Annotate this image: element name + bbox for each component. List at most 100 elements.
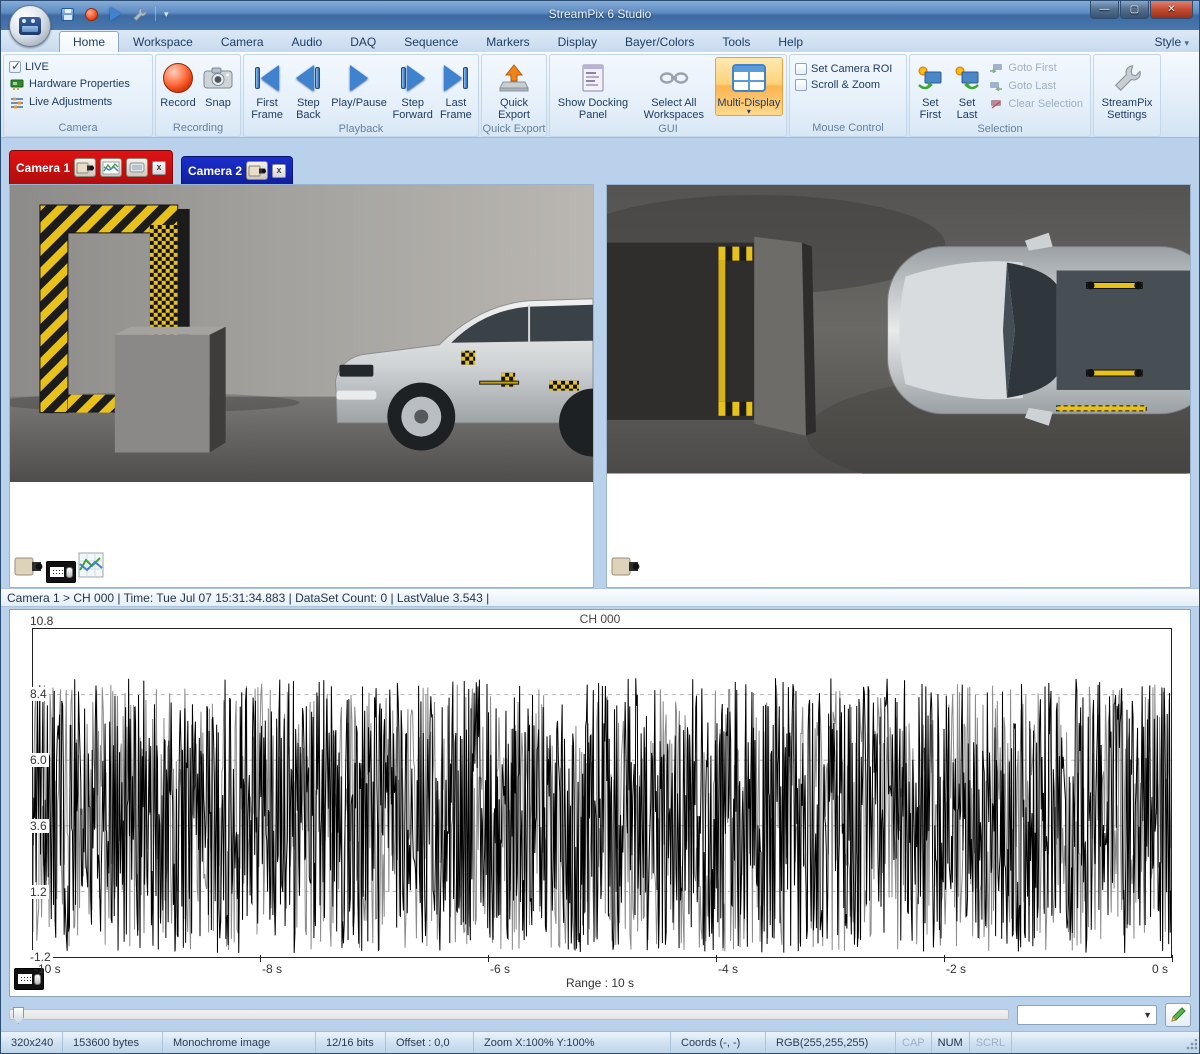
camera-1-image	[10, 185, 593, 482]
statusbar-cell: Coords (-, -)	[671, 1032, 766, 1053]
close-tab-icon[interactable]: x	[272, 164, 286, 178]
group-label-playback: Playback	[244, 122, 478, 136]
timeline-slider[interactable]	[9, 1007, 1009, 1023]
ribbon-tab-markers[interactable]: Markers	[472, 31, 543, 52]
camera-2-panel-toolbar	[611, 554, 641, 583]
minimize-button[interactable]: —	[1090, 1, 1119, 19]
quick-export-button[interactable]: Quick Export	[486, 57, 542, 122]
edit-marker-button[interactable]	[1165, 1003, 1191, 1027]
close-tab-icon[interactable]: x	[152, 161, 166, 175]
style-menu[interactable]: Style ▾	[1154, 35, 1189, 49]
set-last-icon	[952, 60, 982, 96]
combo-dropdown-icon[interactable]: ▼	[1143, 1010, 1152, 1020]
camera-2-view-panel[interactable]	[606, 184, 1191, 588]
app-window: ▾ StreamPix 6 Studio — ▢ ✕ HomeWorkspace…	[0, 0, 1200, 1054]
camera-2-image	[607, 185, 1190, 474]
lock-indicator-cap: CAP	[896, 1032, 932, 1053]
multi-display-dropdown-icon[interactable]: ▾	[747, 109, 751, 115]
close-button[interactable]: ✕	[1150, 1, 1193, 19]
app-menu-button[interactable]	[9, 5, 51, 47]
set-camera-roi-toggle[interactable]: Set Camera ROI	[795, 63, 892, 75]
streampix-settings-button[interactable]: StreamPix Settings	[1097, 57, 1157, 122]
camera-icon[interactable]	[246, 161, 268, 180]
hardware-properties-button[interactable]: Hardware Properties	[9, 77, 130, 91]
x-axis-tick-label: -6 s	[490, 962, 510, 976]
live-checkbox[interactable]	[9, 61, 21, 73]
last-frame-button[interactable]: Last Frame	[437, 57, 475, 122]
ribbon-tab-home[interactable]: Home	[59, 31, 119, 52]
select-all-workspaces-button[interactable]: Select All Workspaces	[635, 57, 713, 122]
x-axis-tick-mark	[488, 955, 489, 962]
set-first-icon	[915, 60, 945, 96]
scroll-zoom-checkbox[interactable]	[795, 79, 807, 91]
pencil-icon	[1170, 1007, 1186, 1023]
maximize-button[interactable]: ▢	[1120, 1, 1149, 19]
step-back-button[interactable]: Step Back	[289, 57, 327, 122]
goto-first-button[interactable]: Goto First	[988, 61, 1083, 75]
snap-button[interactable]: Snap	[199, 57, 237, 110]
status-bar: 320x240153600 bytesMonochrome image12/16…	[1, 1031, 1199, 1053]
chart-plot-frame[interactable]	[32, 628, 1172, 958]
multi-display-icon	[732, 60, 766, 96]
ribbon-tab-bayer-colors[interactable]: Bayer/Colors	[611, 31, 708, 52]
ribbon-tab-display[interactable]: Display	[544, 31, 611, 52]
clear-selection-button[interactable]: Clear Selection	[988, 97, 1083, 111]
goto-last-button[interactable]: Goto Last	[988, 79, 1083, 93]
tab-camera-1[interactable]: Camera 1 x	[9, 150, 173, 184]
set-first-button[interactable]: Set First	[913, 57, 948, 122]
x-axis-tick-label: -10 s	[34, 962, 61, 976]
group-label-selection: Selection	[910, 122, 1090, 136]
x-axis-tick-mark	[1172, 955, 1173, 962]
lock-indicator-scrl: SCRL	[970, 1032, 1012, 1053]
set-last-button[interactable]: Set Last	[950, 57, 985, 122]
group-label-quick-export: Quick Export	[482, 122, 546, 136]
step-back-icon	[296, 65, 320, 91]
y-axis-tick-label: 1.2	[28, 885, 49, 899]
daq-chart-panel[interactable]: CH 000 10.88.46.03.61.2-1.2 -10 s-8 s-6 …	[9, 609, 1191, 997]
live-adjustments-button[interactable]: Live Adjustments	[9, 95, 130, 109]
ribbon-tab-tools[interactable]: Tools	[708, 31, 764, 52]
play-pause-icon	[350, 65, 368, 91]
ribbon-tab-workspace[interactable]: Workspace	[119, 31, 207, 52]
set-camera-roi-checkbox[interactable]	[795, 63, 807, 75]
y-axis-tick-label: -1.2	[28, 950, 53, 964]
ribbon-tab-camera[interactable]: Camera	[207, 31, 278, 52]
camera-snap-icon	[203, 60, 233, 96]
marker-combobox[interactable]: ▼	[1017, 1005, 1157, 1025]
timeline-row: ▼	[1, 999, 1199, 1031]
ribbon-tab-help[interactable]: Help	[764, 31, 817, 52]
ribbon-tab-daq[interactable]: DAQ	[336, 31, 390, 52]
live-toggle[interactable]: LIVE	[9, 61, 130, 73]
chart-view-icon[interactable]	[100, 158, 122, 177]
tab-camera-2[interactable]: Camera 2 x	[181, 156, 293, 184]
multi-display-button[interactable]: Multi-Display ▾	[715, 57, 783, 116]
display-view-icon[interactable]	[126, 158, 148, 177]
camera-1-view-panel[interactable]	[9, 184, 594, 588]
play-pause-button[interactable]: Play/Pause	[329, 57, 388, 110]
record-button[interactable]: Record	[159, 57, 197, 110]
statusbar-cell: 320x240	[1, 1032, 63, 1053]
ribbon-tab-audio[interactable]: Audio	[278, 31, 337, 52]
group-label-mouse-control: Mouse Control	[790, 121, 906, 136]
scroll-zoom-toggle[interactable]: Scroll & Zoom	[795, 79, 892, 91]
camera-source-icon[interactable]	[611, 554, 641, 583]
link-glasses-icon	[658, 60, 690, 96]
group-label-gui: GUI	[550, 122, 786, 136]
keyboard-mouse-icon[interactable]	[46, 561, 76, 583]
sliders-icon	[9, 95, 25, 109]
show-docking-panel-button[interactable]: Show Docking Panel	[553, 57, 633, 122]
first-frame-button[interactable]: First Frame	[247, 57, 287, 122]
ribbon-tab-sequence[interactable]: Sequence	[390, 31, 472, 52]
camera-icon[interactable]	[74, 158, 96, 177]
chart-area: CH 000 10.88.46.03.61.2-1.2 -10 s-8 s-6 …	[1, 607, 1199, 999]
daq-graph-icon[interactable]	[78, 552, 104, 583]
step-forward-button[interactable]: Step Forward	[391, 57, 435, 122]
camera-source-icon[interactable]	[14, 554, 44, 583]
first-frame-icon	[255, 65, 279, 91]
timeline-track[interactable]	[9, 1009, 1009, 1020]
app-logo-icon	[19, 17, 41, 35]
statusbar-cell: Monochrome image	[163, 1032, 316, 1053]
resize-grip[interactable]	[1185, 1039, 1197, 1051]
camera-tab-label: Camera 1	[16, 161, 70, 175]
timeline-thumb[interactable]	[13, 1007, 24, 1024]
